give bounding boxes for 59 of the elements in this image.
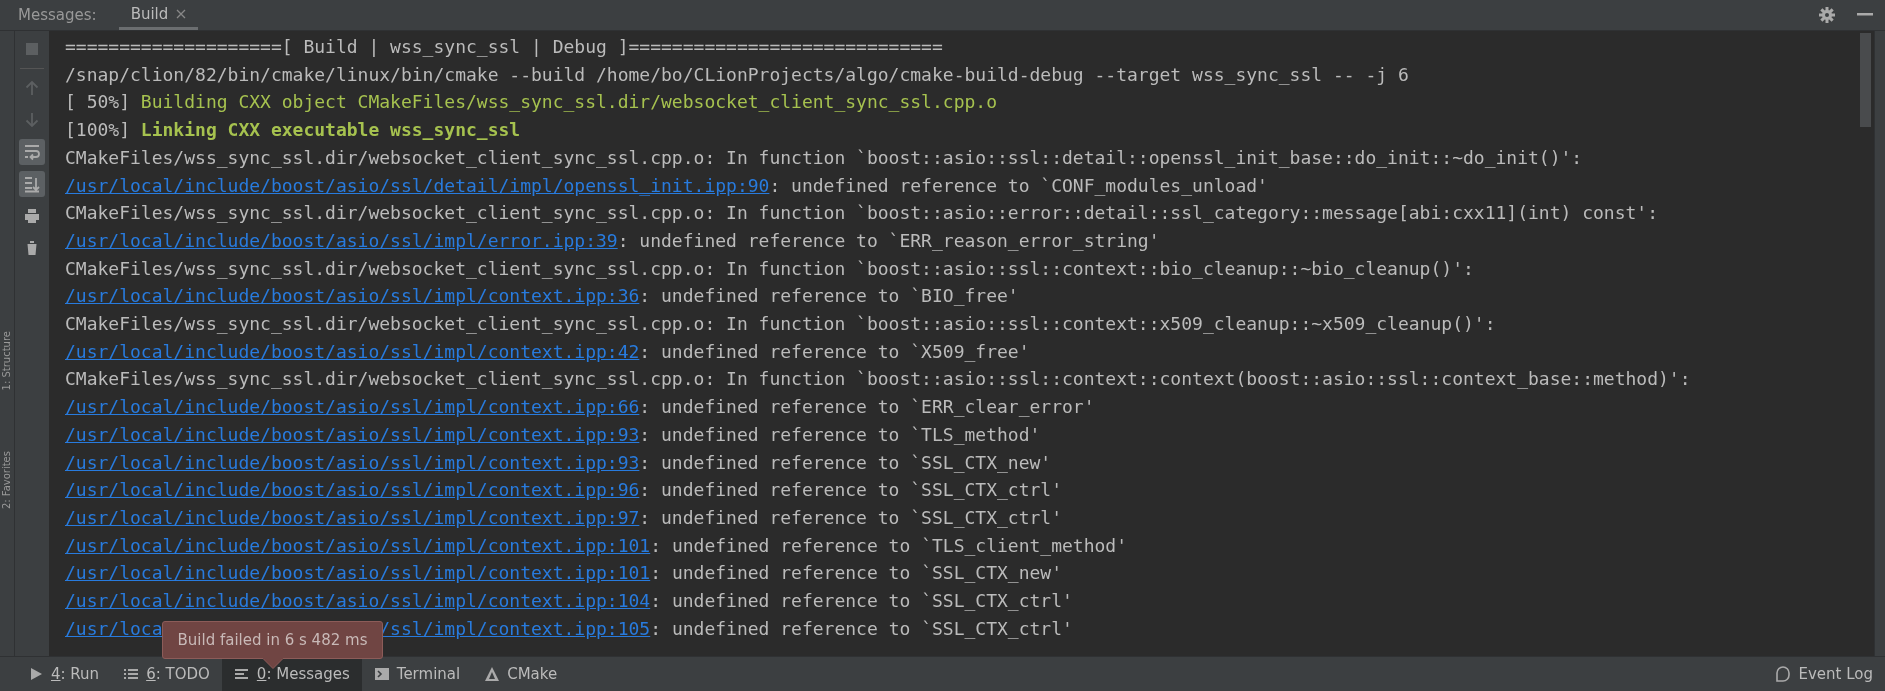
scrollbar-thumb[interactable]	[1860, 33, 1871, 127]
log-line: /usr/local/include/boost/asio/ssl/impl/error.ipp:39: undefined reference to `ERR_reason_error_string'	[65, 228, 1161, 253]
list-icon	[123, 666, 140, 682]
side-tab[interactable]: 1: Structure	[0, 331, 14, 391]
scroll-to-end-button[interactable]	[19, 171, 45, 197]
log-line: CMakeFiles/wss_sync_ssl.dir/websocket_client_sync_ssl.cpp.o: In function `boost::asio::ssl::context::context(boost::asio::ssl::context_base::method)':	[65, 367, 1692, 392]
down-arrow-icon	[23, 111, 41, 129]
file-link[interactable]: /usr/local/include/boost/asio/ssl/impl/context.ipp:93	[65, 423, 640, 445]
side-tab[interactable]: 2: Favorites	[0, 451, 14, 510]
stop-icon	[23, 40, 41, 58]
file-link[interactable]: /usr/local/include/boost/asio/ssl/impl/context.ipp:97	[65, 506, 640, 528]
tool-window-tab[interactable]: 4: Run	[16, 657, 112, 691]
log-line: [ 50%] Building CXX object CMakeFiles/wss_sync_ssl.dir/websocket_client_sync_ssl.cpp.o	[65, 90, 998, 115]
file-link[interactable]: /usr/local/include/boost/asio/ssl/impl/context.ipp:96	[65, 479, 640, 501]
file-link[interactable]: /usr/local/include/boost/asio/ssl/impl/context.ipp:104	[65, 590, 651, 612]
log-line: [100%] Linking CXX executable wss_sync_ssl	[65, 118, 522, 143]
file-link[interactable]: /usr/local/include/boost/asio/ssl/impl/context.ipp:101	[65, 534, 651, 556]
tool-window-tab[interactable]: CMake	[472, 657, 570, 691]
tool-window-tab[interactable]: 0: Messages	[221, 657, 362, 691]
log-line: CMakeFiles/wss_sync_ssl.dir/websocket_client_sync_ssl.cpp.o: In function `boost::asio::ssl::context::bio_cleanup::~bio_cleanup()':	[65, 256, 1475, 281]
log-line: /usr/local/include/boost/asio/ssl/impl/context.ipp:96: undefined reference to `SSL_CTX_ctrl'	[65, 478, 1063, 503]
log-line: /snap/clion/82/bin/cmake/linux/bin/cmake --build /home/bo/CLionProjects/algo/cmake-build-debug --target wss_sync_ssl -- -j 6	[65, 62, 1410, 87]
file-link[interactable]: /usr/loca	[65, 617, 163, 639]
log-line: /usr/local/include/boost/asio/ssl/impl/context.ipp:97: undefined reference to `SSL_CTX_ctrl'	[65, 505, 1063, 530]
file-link[interactable]: /usr/local/include/boost/asio/ssl/impl/context.ipp:36	[65, 285, 640, 307]
printer-icon	[23, 207, 41, 225]
file-link[interactable]: /usr/local/include/boost/asio/ssl/impl/context.ipp:93	[65, 451, 640, 473]
minimize-icon[interactable]	[1857, 13, 1873, 17]
soft-wrap-icon	[23, 143, 41, 161]
scroll-to-end-icon	[23, 175, 41, 193]
log-line: /usr/local/include/boost/asio/ssl/impl/context.ipp:93: undefined reference to `SSL_CTX_new'	[65, 450, 1053, 475]
file-link[interactable]: /usr/local/include/boost/asio/ssl/impl/context.ipp:66	[65, 396, 640, 418]
log-line: CMakeFiles/wss_sync_ssl.dir/websocket_client_sync_ssl.cpp.o: In function `boost::asio::error::detail::ssl_category::message[abi:cxx11](int) const':	[65, 201, 1660, 226]
file-link[interactable]: /usr/local/include/boost/asio/ssl/impl/context.ipp:42	[65, 340, 640, 362]
speech-bubble-icon	[1775, 666, 1792, 682]
panel-title: Messages:	[18, 6, 97, 24]
up-arrow-icon	[23, 79, 41, 97]
log-line: /usr/local/include/boost/asio/ssl/impl/context.ipp:66: undefined reference to `ERR_clear_error'	[65, 395, 1096, 420]
log-line: /usr/local/include/boost/asio/ssl/impl/context.ipp:93: undefined reference to `TLS_method'	[65, 422, 1042, 447]
log-line: /usr/local/include/boost/asio/ssl/impl/context.ipp:42: undefined reference to `X509_free'	[65, 339, 1031, 364]
play-icon	[28, 666, 44, 682]
log-line: /usr/local/include/boost/asio/ssl/detail/impl/openssl_init.ipp:90: undefined reference to `CONF_modules_unload'	[65, 173, 1269, 198]
log-line: CMakeFiles/wss_sync_ssl.dir/websocket_client_sync_ssl.cpp.o: In function `boost::asio::ssl::context::x509_cleanup::~x509_cleanup()':	[65, 312, 1497, 337]
file-link[interactable]: /usr/local/include/boost/asio/ssl/impl/context.ipp:101	[65, 562, 651, 584]
lines-icon	[233, 666, 250, 682]
file-link[interactable]: /usr/local/include/boost/asio/ssl/impl/error.ipp:39	[65, 229, 618, 251]
soft-wrap-button[interactable]	[19, 139, 45, 165]
log-line: /usr/local/include/boost/asio/ssl/impl/context.ipp:36: undefined reference to `BIO_free'	[65, 284, 1020, 309]
log-line: /usr/local/include/boost/asio/ssl/impl/context.ipp:104: undefined reference to `SSL_CTX_ctrl'	[65, 589, 1074, 614]
log-line: ====================[ Build | wss_sync_ssl | Debug ]=============================	[65, 35, 944, 59]
file-link[interactable]: /usr/local/include/boost/asio/ssl/detail/impl/openssl_init.ipp:90	[65, 174, 770, 196]
settings-icon[interactable]	[1819, 7, 1835, 23]
event-log-button[interactable]: Event Log	[1763, 657, 1885, 691]
terminal-icon	[373, 666, 390, 682]
log-line: CMakeFiles/wss_sync_ssl.dir/websocket_client_sync_ssl.cpp.o: In function `boost::asio::ssl::detail::openssl_init_base::do_init::~do_init()':	[65, 145, 1584, 170]
log-line: /usr/local/include/boost/asio/ssl/impl/context.ipp:101: undefined reference to `SSL_CTX_new'	[65, 561, 1063, 586]
triangle-icon	[484, 666, 501, 682]
close-icon[interactable]	[176, 8, 187, 19]
log-line: /usr/local/include/boost/asio/ssl/impl/context.ipp:101: undefined reference to `TLS_client_method'	[65, 533, 1129, 558]
